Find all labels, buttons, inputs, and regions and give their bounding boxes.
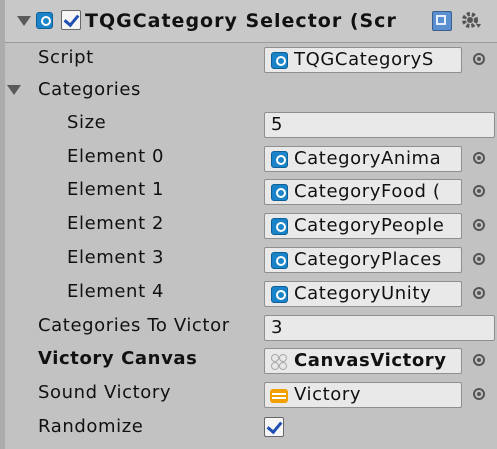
categories-to-victory-row: Categories To Victor 3 — [5, 310, 497, 343]
list-item: Element 2 CategoryPeople — [5, 208, 497, 241]
sound-victory-label: Sound Victory — [38, 382, 172, 403]
script-label: Script — [38, 47, 94, 68]
checkmark-icon — [266, 417, 283, 435]
element-label: Element 4 — [67, 281, 165, 302]
element-field[interactable]: CategoryFood ( — [264, 179, 462, 205]
element-label: Element 0 — [67, 146, 165, 167]
reference-icon[interactable] — [432, 11, 452, 31]
object-picker-icon[interactable] — [473, 287, 485, 299]
victory-canvas-field[interactable]: CanvasVictory — [264, 348, 462, 374]
component-title: TQGCategory Selector (Scr — [85, 10, 397, 32]
randomize-label: Randomize — [38, 416, 144, 437]
component-enabled-checkbox[interactable] — [61, 10, 81, 30]
element-value: CategoryPlaces — [294, 249, 442, 270]
script-icon — [271, 151, 288, 168]
categories-to-victory-label: Categories To Victor — [38, 315, 230, 336]
object-picker-icon[interactable] — [473, 354, 485, 366]
list-item: Element 1 CategoryFood ( — [5, 174, 497, 207]
list-item: Element 4 CategoryUnity — [5, 276, 497, 309]
element-value: CategoryAnima — [294, 148, 442, 169]
list-item: Element 3 CategoryPlaces — [5, 242, 497, 275]
element-label: Element 1 — [67, 179, 165, 200]
inspector-panel: TQGCategory Selector (Scr Script TQGCate… — [0, 0, 497, 449]
script-row: Script TQGCategoryS — [5, 42, 497, 75]
size-row: Size 5 — [5, 107, 497, 140]
gear-icon[interactable] — [460, 10, 482, 32]
canvas-icon — [270, 353, 288, 371]
object-picker-icon[interactable] — [473, 253, 485, 265]
object-picker-icon[interactable] — [473, 388, 485, 400]
element-value: CategoryUnity — [294, 283, 432, 304]
element-label: Element 2 — [67, 213, 165, 234]
element-field[interactable]: CategoryPeople — [264, 213, 462, 239]
script-field[interactable]: TQGCategoryS — [264, 47, 462, 73]
element-field[interactable]: CategoryUnity — [264, 281, 462, 307]
victory-canvas-value: CanvasVictory — [294, 350, 447, 371]
foldout-arrow-icon[interactable] — [17, 16, 31, 26]
checkmark-icon — [63, 10, 80, 28]
randomize-checkbox[interactable] — [264, 417, 284, 437]
script-icon — [271, 184, 288, 201]
object-picker-icon[interactable] — [473, 53, 485, 65]
size-value: 5 — [271, 114, 284, 135]
size-label: Size — [67, 112, 107, 133]
victory-canvas-label: Victory Canvas — [38, 348, 198, 369]
categories-to-victory-value: 3 — [271, 317, 284, 338]
script-icon — [271, 286, 288, 303]
size-field[interactable]: 5 — [264, 112, 495, 138]
script-value: TQGCategoryS — [294, 49, 434, 70]
foldout-arrow-icon[interactable] — [7, 85, 21, 95]
sound-victory-row: Sound Victory Victory — [5, 377, 497, 410]
victory-canvas-row: Victory Canvas CanvasVictory — [5, 343, 497, 376]
categories-label: Categories — [38, 79, 142, 100]
categories-row[interactable]: Categories — [5, 74, 497, 107]
object-picker-icon[interactable] — [473, 219, 485, 231]
object-picker-icon[interactable] — [473, 185, 485, 197]
element-field[interactable]: CategoryPlaces — [264, 247, 462, 273]
categories-to-victory-field[interactable]: 3 — [264, 315, 495, 341]
component-header[interactable]: TQGCategory Selector (Scr — [5, 0, 497, 43]
list-item: Element 0 CategoryAnima — [5, 141, 497, 174]
sound-victory-field[interactable]: Victory — [264, 382, 462, 408]
audio-clip-icon — [270, 389, 288, 403]
script-icon — [271, 218, 288, 235]
element-label: Element 3 — [67, 247, 165, 268]
script-icon — [271, 52, 288, 69]
element-value: CategoryFood ( — [294, 181, 441, 202]
randomize-row: Randomize — [5, 411, 497, 444]
object-picker-icon[interactable] — [473, 152, 485, 164]
element-field[interactable]: CategoryAnima — [264, 146, 462, 172]
script-icon — [36, 12, 53, 29]
sound-victory-value: Victory — [294, 384, 362, 405]
element-value: CategoryPeople — [294, 215, 445, 236]
script-icon — [271, 252, 288, 269]
